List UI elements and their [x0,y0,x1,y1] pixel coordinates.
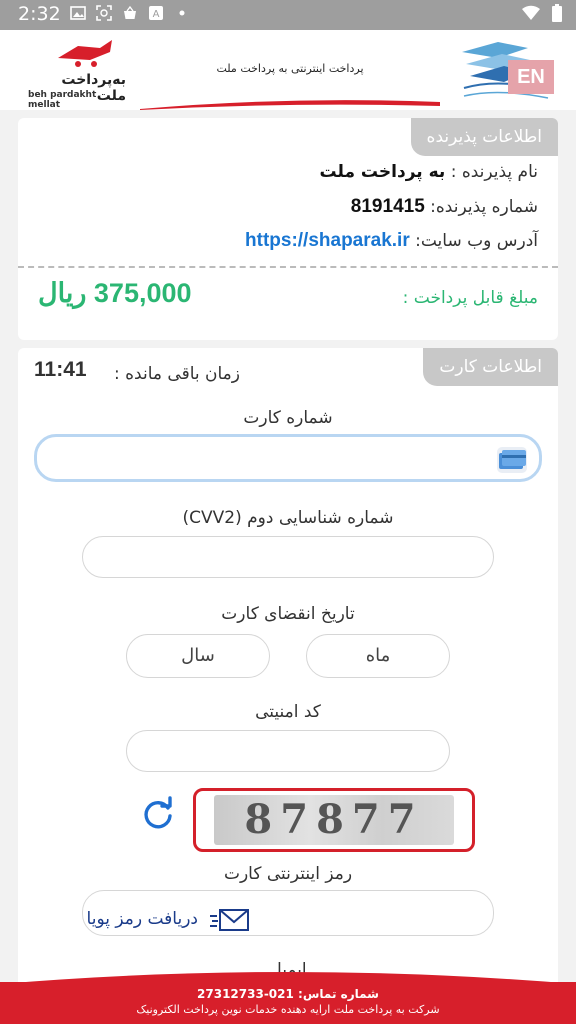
merchant-info-tab: اطلاعات پذیرنده [410,118,558,156]
cvv2-label: شماره شناسایی دوم (CVV2) [182,508,394,528]
bpm-logo-icon [58,40,112,67]
merchant-number-value: 8191415 [350,196,425,217]
notification-icons: A [70,5,190,21]
timer-label: زمان باقی مانده : [114,364,240,384]
merchant-site-row: آدرس وب سایت: https://shaparak.ir [245,230,538,252]
card-number-label: شماره کارت [243,408,333,428]
merchant-name-value: به پرداخت ملت [319,162,446,182]
amount-label: مبلغ قابل پرداخت : [402,288,538,308]
divider [18,266,558,268]
dynamic-pin-button[interactable]: دریافت رمز پویا [86,900,256,940]
scan-icon [96,5,112,21]
merchant-name-label: نام پذیرنده : [450,162,538,182]
status-time: 2:32 [18,3,61,25]
captcha-frame: 87877 [193,788,475,852]
footer: شماره تماس: 021-27312733 شرکت به پرداخت … [0,982,576,1024]
envelope-icon [210,909,249,931]
shopping-bag-icon [124,5,136,19]
expiry-year-input[interactable]: سال [126,634,270,678]
merchant-number-label: شماره پذیرنده: [430,197,538,217]
logo-text-en: beh pardakht mellat [28,90,97,110]
timer-value: 11:41 [34,358,87,381]
expiry-month-input[interactable]: ماه [306,634,450,678]
refresh-captcha-icon[interactable] [140,796,176,832]
merchant-site-label: آدرس وب سایت: [415,231,538,251]
battery-icon [552,4,562,22]
card-number-input[interactable] [34,434,542,482]
dot-icon [179,10,185,16]
header-red-swoosh [140,100,440,110]
language-toggle-button[interactable]: EN [508,60,554,94]
page-title: پرداخت اینترنتی به پرداخت ملت [216,62,364,75]
wifi-icon [522,5,540,21]
page-header: به‌پرداخت ملت beh pardakht mellat پرداخت… [0,30,576,110]
captcha-input[interactable] [126,730,450,772]
footer-phone: شماره تماس: 021-27312733 [197,987,379,1001]
footer-company: شرکت به پرداخت ملت ارایه دهنده خدمات نوی… [136,1003,440,1016]
merchant-name-row: نام پذیرنده : به پرداخت ملت [320,162,538,182]
font-icon: A [149,6,163,20]
cvv2-input[interactable] [82,536,494,578]
dynamic-pin-label: دریافت رمز پویا [86,909,198,929]
system-icons [522,4,562,22]
expiry-label: تاریخ انقضای کارت [221,604,355,624]
captcha-image: 87877 [214,795,454,845]
status-bar: 2:32 A [0,0,576,30]
captcha-label: کد امنیتی [255,702,321,722]
amount-value: 375,000 ریال [38,278,192,308]
merchant-site-link[interactable]: https://shaparak.ir [245,230,410,251]
card-info-card: اطلاعات کارت زمان باقی مانده : 11:41 شما… [18,348,558,1024]
card-info-tab: اطلاعات کارت [423,348,558,386]
merchant-info-card: اطلاعات پذیرنده نام پذیرنده : به پرداخت … [18,118,558,340]
beh-pardakht-logo: به‌پرداخت ملت beh pardakht mellat [26,38,126,110]
card-icon [497,447,527,473]
image-icon [70,6,86,20]
merchant-number-row: شماره پذیرنده: 8191415 [351,196,538,218]
svg-text:A: A [153,9,160,20]
pin-label: رمز اینترنتی کارت [223,864,353,884]
